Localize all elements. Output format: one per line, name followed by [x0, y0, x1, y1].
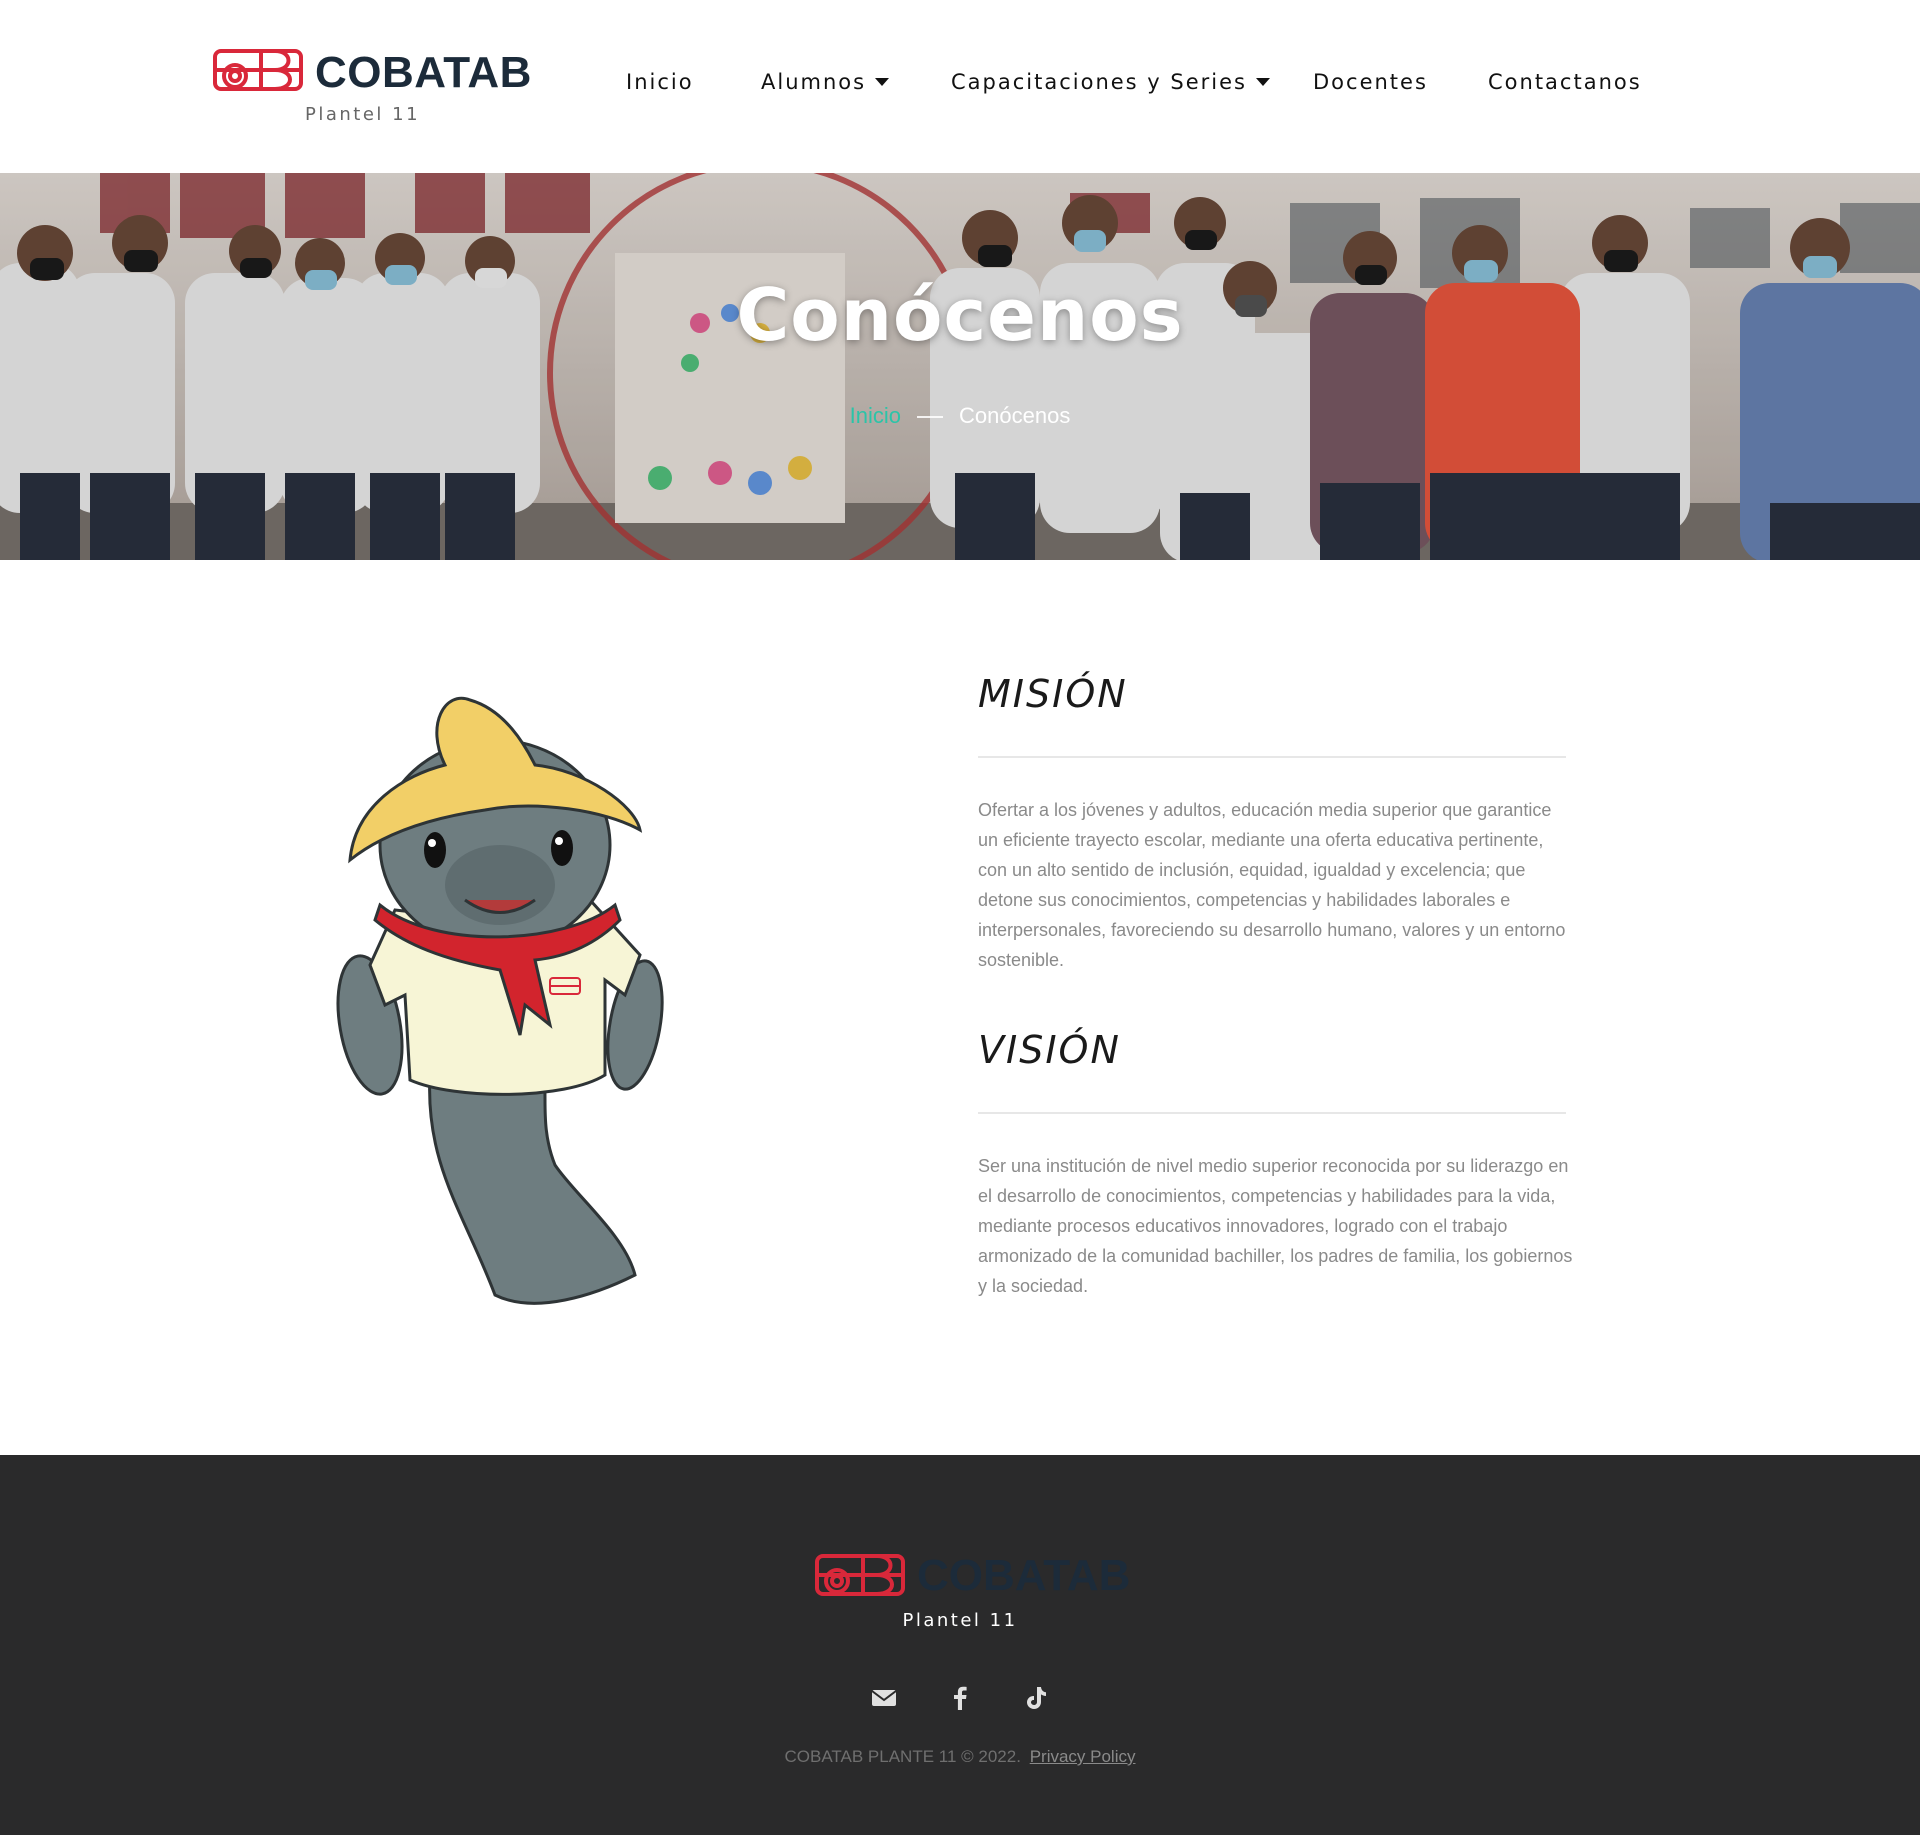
mission-divider	[978, 756, 1566, 758]
breadcrumb: Inicio Conócenos	[0, 403, 1920, 429]
brand-subtitle: Plantel 11	[305, 104, 421, 125]
caret-down-icon	[875, 78, 890, 86]
page-title: Conócenos	[736, 273, 1184, 357]
nav-item-label: Inicio	[626, 70, 694, 94]
copyright: COBATAB PLANTE 11 © 2022. Privacy Policy	[0, 1747, 1920, 1767]
vision-divider	[978, 1112, 1566, 1114]
breadcrumb-separator	[917, 416, 944, 419]
cobatab-logo-icon	[815, 1554, 905, 1596]
site-header: COBATAB Plantel 11 Inicio Alumnos Capaci…	[0, 0, 1920, 173]
mission-text: Ofertar a los jóvenes y adultos, educaci…	[978, 800, 1566, 970]
envelope-icon[interactable]	[869, 1683, 899, 1713]
privacy-policy-link[interactable]: Privacy Policy	[1030, 1747, 1136, 1766]
footer-logo[interactable]: COBATAB	[815, 1551, 1130, 1603]
nav-item-label: Contactanos	[1488, 70, 1642, 94]
vision-heading: VISIÓN	[978, 1028, 1121, 1072]
breadcrumb-home-link[interactable]: Inicio	[850, 403, 901, 428]
main-nav: Inicio Alumnos Capacitaciones y Series D…	[0, 70, 1920, 100]
breadcrumb-current: Conócenos	[959, 403, 1071, 428]
mission-heading: MISIÓN	[978, 672, 1128, 716]
tiktok-icon[interactable]	[1021, 1683, 1051, 1713]
site-footer: COBATAB Plantel 11 COBATAB PLANTE 11 © 2…	[0, 1455, 1920, 1835]
page-hero: Conócenos Inicio Conócenos	[0, 173, 1920, 560]
nav-item-contactanos[interactable]: Contactanos	[1488, 70, 1642, 94]
hero-group-photo	[0, 173, 1920, 560]
nav-item-alumnos[interactable]: Alumnos	[761, 70, 890, 94]
manatee-mascot-image	[336, 696, 664, 1305]
nav-item-capacitaciones[interactable]: Capacitaciones y Series	[951, 70, 1270, 94]
footer-brand-subtitle: Plantel 11	[902, 1610, 1018, 1631]
vision-text: Ser una institución de nivel medio super…	[978, 1156, 1573, 1296]
nav-item-label: Capacitaciones y Series	[951, 70, 1247, 94]
nav-item-label: Docentes	[1313, 70, 1428, 94]
copyright-text: COBATAB PLANTE 11 © 2022.	[784, 1747, 1021, 1766]
caret-down-icon	[1255, 78, 1270, 86]
nav-item-inicio[interactable]: Inicio	[626, 70, 694, 94]
nav-item-label: Alumnos	[761, 70, 867, 94]
nav-item-docentes[interactable]: Docentes	[1313, 70, 1428, 94]
facebook-icon[interactable]	[945, 1683, 975, 1713]
footer-brand-name: COBATAB	[917, 1551, 1131, 1600]
